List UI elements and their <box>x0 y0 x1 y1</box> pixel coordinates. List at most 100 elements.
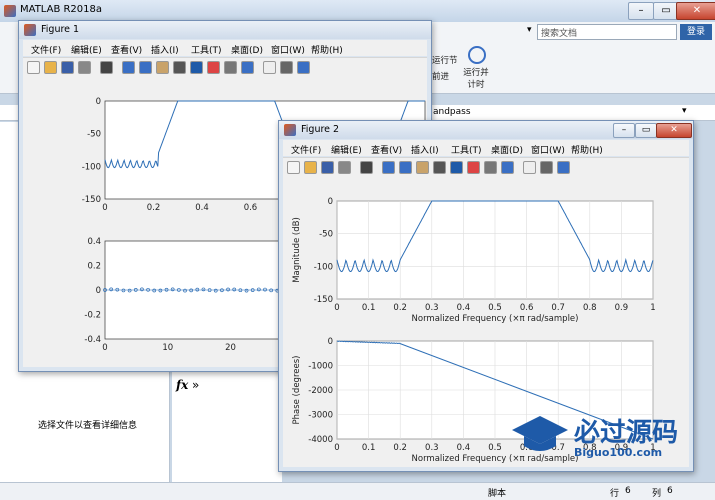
status-col-label: 列 <box>652 489 662 499</box>
y-tick-label: -100 <box>314 262 333 272</box>
save-icon[interactable] <box>321 161 334 174</box>
magnitude-y-label: Magnitude (dB) <box>292 217 302 283</box>
y-tick-label: -100 <box>82 162 101 172</box>
y-tick-label: -0.4 <box>84 335 101 345</box>
y-tick-label: -150 <box>82 195 101 205</box>
data-cursor-icon[interactable] <box>450 161 463 174</box>
zoom-in-icon[interactable] <box>122 61 135 74</box>
zoom-out-icon[interactable] <box>139 61 152 74</box>
fx-icon: fx <box>176 378 189 392</box>
menu-item-0[interactable]: 文件(F) <box>291 143 321 156</box>
pan-icon[interactable] <box>416 161 429 174</box>
status-row-label: 行 <box>610 489 620 499</box>
path-dropdown-icon[interactable]: ▾ <box>682 106 687 116</box>
zoom-out-icon[interactable] <box>399 161 412 174</box>
close-button[interactable]: ✕ <box>656 123 692 138</box>
open-icon[interactable] <box>304 161 317 174</box>
rotate-icon[interactable] <box>433 161 446 174</box>
command-prompt: » <box>192 378 200 392</box>
x-tick-label: 0.5 <box>488 443 502 453</box>
link-icon[interactable] <box>224 61 237 74</box>
zoom-in-icon[interactable] <box>382 161 395 174</box>
print-icon[interactable] <box>338 161 351 174</box>
status-bar: 脚本 行 6 列 6 <box>0 482 715 500</box>
status-col: 6 <box>667 486 673 496</box>
y-tick-label: 0 <box>96 97 101 107</box>
menu-item-1[interactable]: 编辑(E) <box>71 43 102 56</box>
legend-icon[interactable] <box>263 61 276 74</box>
status-row: 6 <box>625 486 631 496</box>
figure-1-toolbar <box>23 57 427 76</box>
y-tick-label: 0 <box>96 286 101 296</box>
brush-icon[interactable] <box>207 61 220 74</box>
run-time-icon[interactable] <box>468 46 486 64</box>
menu-item-3[interactable]: 插入(I) <box>411 143 439 156</box>
menu-item-5[interactable]: 桌面(D) <box>491 143 523 156</box>
pointer-icon[interactable] <box>360 161 373 174</box>
figure-2-menu-bar: 文件(F) 编辑(E) 查看(V) 插入(I) 工具(T) 桌面(D) 窗口(W) 帮助(H) <box>283 140 689 156</box>
menu-item-2[interactable]: 查看(V) <box>111 43 142 56</box>
show-plot-tools-icon[interactable] <box>297 61 310 74</box>
figure-icon <box>284 124 296 136</box>
maximize-button[interactable]: ▭ <box>635 123 657 138</box>
menu-item-3[interactable]: 插入(I) <box>151 43 179 56</box>
y-tick-label: -2000 <box>308 386 333 396</box>
menu-item-6[interactable]: 窗口(W) <box>271 43 305 56</box>
colorbar-icon[interactable] <box>501 161 514 174</box>
menu-item-1[interactable]: 编辑(E) <box>331 143 362 156</box>
brush-icon[interactable] <box>467 161 480 174</box>
menu-item-4[interactable]: 工具(T) <box>451 143 482 156</box>
legend-icon[interactable] <box>523 161 536 174</box>
new-figure-icon[interactable] <box>287 161 300 174</box>
x-tick-label: 0 <box>102 203 107 213</box>
menu-item-4[interactable]: 工具(T) <box>191 43 222 56</box>
menu-item-7[interactable]: 帮助(H) <box>571 143 603 156</box>
save-icon[interactable] <box>61 61 74 74</box>
login-button[interactable]: 登录 <box>680 24 712 40</box>
advance-button[interactable]: 前进 <box>432 70 449 82</box>
minimize-button[interactable]: – <box>628 2 654 20</box>
y-tick-label: -1000 <box>308 362 333 372</box>
main-window-title: MATLAB R2018a <box>20 4 103 15</box>
run-time-button[interactable]: 运行并 计时 <box>460 66 492 90</box>
path-text: andpass <box>433 107 471 117</box>
figure-1-title: Figure 1 <box>41 24 80 35</box>
menu-item-7[interactable]: 帮助(H) <box>311 43 343 56</box>
y-tick-label: -50 <box>87 130 101 140</box>
close-button[interactable]: ✕ <box>676 2 715 20</box>
pan-icon[interactable] <box>156 61 169 74</box>
x-tick-label: 0 <box>334 303 339 313</box>
data-cursor-icon[interactable] <box>190 61 203 74</box>
y-tick-label: -4000 <box>308 435 333 445</box>
menu-item-5[interactable]: 桌面(D) <box>231 43 263 56</box>
x-tick-label: 0.3 <box>425 443 439 453</box>
x-tick-label: 0.2 <box>147 203 161 213</box>
x-tick-label: 0.1 <box>362 443 376 453</box>
x-tick-label: 0.2 <box>393 303 407 313</box>
hide-plot-tools-icon[interactable] <box>540 161 553 174</box>
search-input[interactable]: 搜索文档 <box>537 24 677 40</box>
figure-2-title-bar: Figure 2 – ▭ ✕ <box>279 121 693 139</box>
colorbar-icon[interactable] <box>241 61 254 74</box>
print-icon[interactable] <box>78 61 91 74</box>
graduation-cap-icon <box>512 416 568 451</box>
open-icon[interactable] <box>44 61 57 74</box>
hide-plot-tools-icon[interactable] <box>280 61 293 74</box>
figure-2-title: Figure 2 <box>301 124 340 135</box>
menu-item-2[interactable]: 查看(V) <box>371 143 402 156</box>
run-section-button[interactable]: 运行节 <box>432 54 458 66</box>
new-figure-icon[interactable] <box>27 61 40 74</box>
x-tick-label: 0 <box>102 343 107 353</box>
rotate-icon[interactable] <box>173 61 186 74</box>
command-window[interactable]: fx » <box>172 370 282 482</box>
minimize-button[interactable]: – <box>613 123 635 138</box>
figure-1-title-bar: Figure 1 <box>19 21 431 39</box>
x-tick-label: 0.4 <box>457 303 471 313</box>
menu-item-0[interactable]: 文件(F) <box>31 43 61 56</box>
menu-item-6[interactable]: 窗口(W) <box>531 143 565 156</box>
search-dropdown-icon[interactable]: ▾ <box>527 25 532 35</box>
show-plot-tools-icon[interactable] <box>557 161 570 174</box>
pointer-icon[interactable] <box>100 61 113 74</box>
link-icon[interactable] <box>484 161 497 174</box>
x-tick-label: 0.2 <box>393 443 407 453</box>
